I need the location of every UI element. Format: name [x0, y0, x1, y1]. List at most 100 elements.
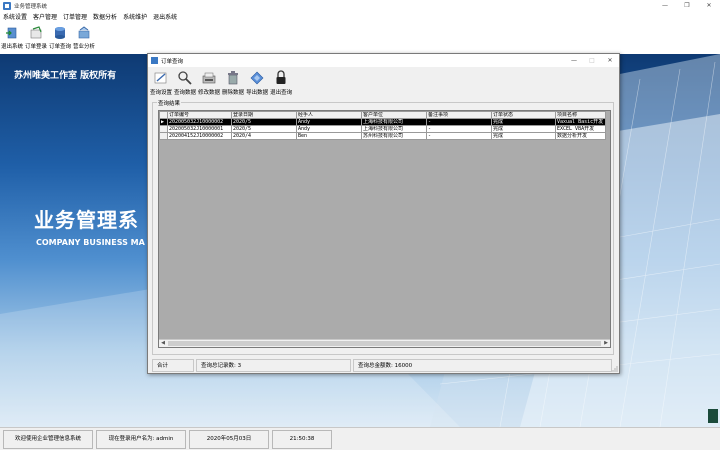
app-icon — [3, 2, 11, 10]
table-row[interactable]: ▶ 202005032J10000002 2020/5 Andy 上海科技有限公… — [159, 118, 606, 126]
close-button[interactable]: ✕ — [698, 0, 720, 12]
table-cell[interactable]: Vaxual Basic开发 — [555, 118, 606, 126]
menu-bar: 系统设置 客户管理 订单管理 数据分析 系统维护 退出系统 — [0, 12, 720, 23]
export-data-button[interactable]: 导出数据 — [245, 67, 269, 101]
dialog-titlebar[interactable]: 订单查询 — □ ✕ — [148, 54, 619, 67]
exit-system-button[interactable]: 退出系统 — [0, 23, 24, 54]
minimize-button[interactable]: — — [654, 0, 676, 12]
export-icon — [250, 71, 264, 85]
scroll-left-icon[interactable]: ◀ — [159, 340, 167, 347]
dialog-maximize-button: □ — [589, 57, 595, 64]
toolbar-label: 营业分析 — [73, 44, 96, 50]
dialog-toolbar-label: 导出数据 — [246, 90, 269, 96]
toolbar-label: 退出系统 — [1, 44, 24, 50]
query-results-group: 查询结果 订单编号 登录日期 经手人 客户单位 备注事项 订单状态 项目名称 ▶… — [152, 99, 614, 355]
table-cell[interactable]: 2020/4 — [231, 132, 297, 140]
menu-system-maintenance[interactable]: 系统维护 — [120, 12, 150, 23]
toolbar-label: 订单登录 — [25, 44, 48, 50]
summary-label: 合计 — [152, 359, 194, 372]
delete-data-button[interactable]: 删除数据 — [221, 67, 245, 101]
row-selector[interactable] — [159, 132, 168, 140]
table-cell[interactable]: Andy — [296, 118, 362, 126]
table-cell[interactable]: Ben — [296, 132, 362, 140]
table-cell[interactable]: Andy — [296, 125, 362, 133]
order-entry-button[interactable]: 订单登录 — [24, 23, 48, 54]
summary-total-amount: 查询总金额数: 16000 — [353, 359, 612, 372]
brand-title-en: COMPANY BUSINESS MA — [36, 238, 145, 247]
column-header[interactable]: 项目名称 — [555, 111, 606, 119]
dialog-toolbar-label: 查询数据 — [174, 90, 197, 96]
column-header[interactable]: 经手人 — [296, 111, 362, 119]
table-cell[interactable]: EXCEL VBA开发 — [555, 125, 606, 133]
table-cell[interactable]: 202005032J10000001 — [167, 125, 232, 133]
menu-order-management[interactable]: 订单管理 — [60, 12, 90, 23]
toolbar-label: 订单查询 — [49, 44, 72, 50]
analysis-icon — [78, 26, 90, 39]
database-icon — [55, 27, 66, 39]
dialog-toolbar-label: 修改数据 — [198, 90, 221, 96]
column-header[interactable]: 订单编号 — [167, 111, 232, 119]
edit-data-button[interactable]: 修改数据 — [197, 67, 221, 101]
order-query-button[interactable]: 订单查询 — [48, 23, 72, 54]
row-selector[interactable] — [159, 125, 168, 133]
exit-icon — [6, 27, 17, 39]
table-cell[interactable]: - — [426, 125, 492, 133]
results-grid[interactable]: 订单编号 登录日期 经手人 客户单位 备注事项 订单状态 项目名称 ▶ 2020… — [158, 110, 611, 348]
table-cell[interactable]: - — [426, 118, 492, 126]
table-cell[interactable]: 202004152J10000002 — [167, 132, 232, 140]
table-cell[interactable]: 2020/5 — [231, 125, 297, 133]
results-table: 订单编号 登录日期 经手人 客户单位 备注事项 订单状态 项目名称 ▶ 2020… — [159, 111, 606, 140]
dialog-icon — [151, 57, 158, 64]
table-cell[interactable]: 202005032J10000002 — [167, 118, 232, 126]
app-titlebar: 业务管理系统 — ❐ ✕ — [0, 0, 720, 12]
table-cell[interactable]: 2020/5 — [231, 118, 297, 126]
table-cell[interactable]: 完成 — [491, 132, 556, 140]
status-bar: 欢迎使用企业管理信息系统 现在登录用户名为: admin 2020年05月03日… — [0, 427, 720, 450]
table-cell[interactable]: 完成 — [491, 118, 556, 126]
table-cell[interactable]: 数据分析开发 — [555, 132, 606, 140]
row-header-corner — [159, 111, 168, 119]
column-header[interactable]: 登录日期 — [231, 111, 297, 119]
horizontal-scrollbar[interactable]: ◀ ▶ — [159, 339, 610, 347]
table-cell[interactable]: 上海科技有限公司 — [361, 118, 427, 126]
dialog-toolbar-label: 退出查询 — [270, 90, 293, 96]
dialog-close-button[interactable]: ✕ — [601, 54, 619, 67]
business-analysis-button[interactable]: 营业分析 — [72, 23, 96, 54]
dialog-minimize-button[interactable]: — — [565, 54, 583, 67]
order-query-dialog: 订单查询 — □ ✕ 查询设置 查询数据 修改数据 删除数据 导出数据 退出查询… — [147, 53, 620, 374]
restore-button[interactable]: ❐ — [676, 0, 698, 12]
dialog-toolbar: 查询设置 查询数据 修改数据 删除数据 导出数据 退出查询 — [148, 67, 619, 101]
column-header[interactable]: 订单状态 — [491, 111, 556, 119]
table-cell[interactable]: 上海科技有限公司 — [361, 125, 427, 133]
scroll-track[interactable] — [167, 340, 602, 347]
table-cell[interactable]: 苏州科技有限公司 — [361, 132, 427, 140]
search-icon — [178, 71, 192, 85]
menu-system-settings[interactable]: 系统设置 — [0, 12, 30, 23]
dialog-toolbar-label: 查询设置 — [150, 90, 173, 96]
row-selector-icon[interactable]: ▶ — [159, 118, 168, 126]
resize-grip-icon[interactable] — [612, 366, 618, 372]
window-controls: — ❐ ✕ — [654, 0, 720, 12]
dialog-window-controls: — □ ✕ — [565, 54, 619, 67]
brand-title-cn: 业务管理系 — [34, 208, 139, 232]
menu-exit-system[interactable]: 退出系统 — [150, 12, 180, 23]
status-welcome: 欢迎使用企业管理信息系统 — [3, 429, 93, 449]
table-row[interactable]: 202004152J10000002 2020/4 Ben 苏州科技有限公司 -… — [159, 132, 606, 140]
table-row[interactable]: 202005032J10000001 2020/5 Andy 上海科技有限公司 … — [159, 125, 606, 133]
table-cell[interactable]: - — [426, 132, 492, 140]
scroll-thumb[interactable] — [168, 341, 601, 346]
scroll-right-icon[interactable]: ▶ — [602, 340, 610, 347]
status-date: 2020年05月03日 — [189, 429, 269, 449]
exit-query-button[interactable]: 退出查询 — [269, 67, 293, 101]
query-data-button[interactable]: 查询数据 — [173, 67, 197, 101]
dialog-toolbar-label: 删除数据 — [222, 90, 245, 96]
settings-icon — [154, 72, 167, 84]
summary-bar: 合计 查询总记录数: 3 查询总金额数: 16000 — [152, 359, 614, 372]
column-header[interactable]: 客户单位 — [361, 111, 427, 119]
status-time: 21:50:38 — [272, 429, 332, 449]
column-header[interactable]: 备注事项 — [426, 111, 492, 119]
table-cell[interactable]: 完成 — [491, 125, 556, 133]
menu-customer-management[interactable]: 客户管理 — [30, 12, 60, 23]
menu-data-analysis[interactable]: 数据分析 — [90, 12, 120, 23]
query-settings-button[interactable]: 查询设置 — [149, 67, 173, 101]
